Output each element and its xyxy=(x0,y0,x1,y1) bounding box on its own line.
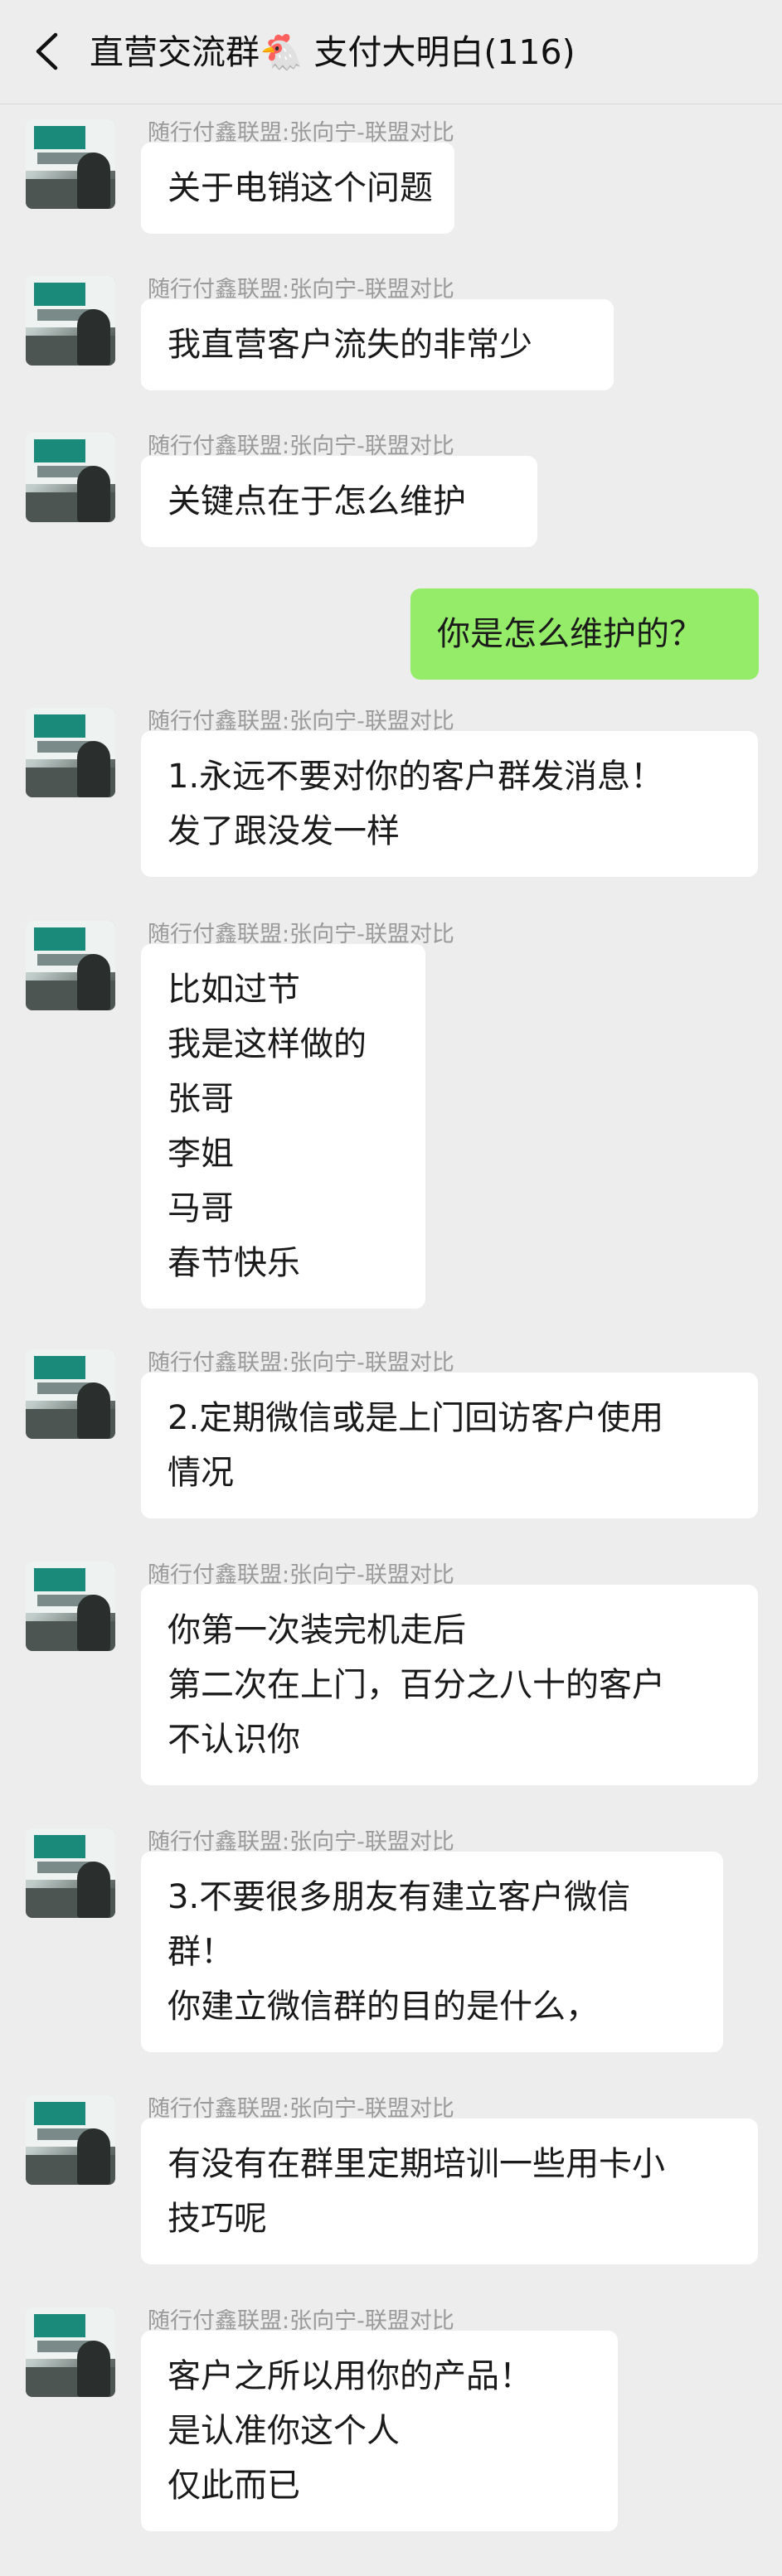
message-bubble[interactable]: 关于电销这个问题 xyxy=(141,143,454,234)
message-bubble[interactable]: 你是怎么维护的？ xyxy=(410,588,759,680)
message-text-line: 春节快乐 xyxy=(168,1244,300,1282)
message-bubble[interactable]: 有没有在群里定期培训一些用卡小 技巧呢 xyxy=(141,2118,758,2264)
message-text-line: 比如过节 xyxy=(168,971,300,1009)
message-text-line: 不认识你 xyxy=(168,1721,300,1759)
message-bubble[interactable]: 我直营客户流失的非常少 xyxy=(141,299,614,390)
message-text-line: 我是这样做的 xyxy=(168,1025,367,1063)
chat-title: 直营交流群🐔 支付大明白(116) xyxy=(90,23,576,81)
message-text-line: 关键点在于怎么维护 xyxy=(168,482,466,521)
avatar[interactable] xyxy=(26,276,115,366)
message-text-line: 1.永远不要对你的客户群发消息！ xyxy=(168,758,664,796)
avatar[interactable] xyxy=(26,1562,115,1651)
message-text-line: 情况 xyxy=(168,1454,234,1492)
avatar[interactable] xyxy=(26,1828,115,1918)
message-text-line: 有没有在群里定期培训一些用卡小 xyxy=(168,2145,665,2183)
message-text-line: 群！ xyxy=(168,1933,234,1971)
message-text-line: 你第一次装完机走后 xyxy=(168,1611,466,1649)
avatar[interactable] xyxy=(26,2095,115,2185)
message-bubble[interactable]: 关键点在于怎么维护 xyxy=(141,456,537,547)
message-text-line: 我直营客户流失的非常少 xyxy=(168,326,532,364)
chicken-emoji: 🐔 xyxy=(260,31,304,72)
message-text-line: 3.不要很多朋友有建立客户微信 xyxy=(168,1878,631,1916)
message-text-line: 第二次在上门，百分之八十的客户 xyxy=(168,1666,665,1704)
message-text-line: 张哥 xyxy=(168,1080,234,1118)
message-text-line: 马哥 xyxy=(168,1189,234,1227)
message-text-line: 你是怎么维护的？ xyxy=(437,615,702,653)
avatar[interactable] xyxy=(26,708,115,797)
message-text-line: 你建立微信群的目的是什么， xyxy=(168,1988,599,2026)
message-text-line: 客户之所以用你的产品！ xyxy=(168,2357,532,2395)
avatar[interactable] xyxy=(26,1349,115,1439)
message-bubble[interactable]: 你第一次装完机走后第二次在上门，百分之八十的客户 不认识你 xyxy=(141,1585,758,1785)
avatar[interactable] xyxy=(26,119,115,209)
message-text-line: 仅此而已 xyxy=(168,2467,300,2505)
group-subtitle: 支付大明白(116) xyxy=(313,32,576,72)
avatar[interactable] xyxy=(26,921,115,1010)
chevron-left-icon xyxy=(36,32,58,70)
message-bubble[interactable]: 2.定期微信或是上门回访客户使用 情况 xyxy=(141,1373,758,1518)
message-text-line: 是认准你这个人 xyxy=(168,2412,400,2450)
message-text-line: 发了跟没发一样 xyxy=(168,812,400,850)
group-name: 直营交流群 xyxy=(90,32,260,72)
message-bubble[interactable]: 客户之所以用你的产品！ 是认准你这个人 仅此而已 xyxy=(141,2331,618,2531)
message-text-line: 关于电销这个问题 xyxy=(168,169,433,207)
avatar[interactable] xyxy=(26,2307,115,2397)
back-button[interactable] xyxy=(23,28,70,75)
message-text-line: 李姐 xyxy=(168,1135,234,1173)
avatar[interactable] xyxy=(26,433,115,522)
message-bubble[interactable]: 1.永远不要对你的客户群发消息！ 发了跟没发一样 xyxy=(141,731,758,877)
message-bubble[interactable]: 3.不要很多朋友有建立客户微信 群！ 你建立微信群的目的是什么， xyxy=(141,1852,723,2052)
message-text-line: 技巧呢 xyxy=(168,2200,267,2238)
message-bubble[interactable]: 比如过节我是这样做的 张哥李姐马哥春节快乐 xyxy=(141,944,425,1309)
chat-header: 直营交流群🐔 支付大明白(116) xyxy=(0,0,782,104)
message-text-line: 2.定期微信或是上门回访客户使用 xyxy=(168,1399,664,1437)
